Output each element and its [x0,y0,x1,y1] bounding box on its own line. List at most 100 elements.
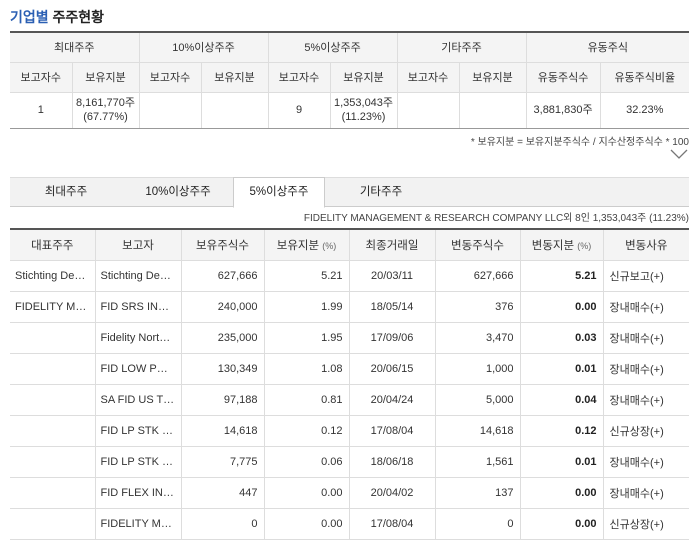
other-holder-stake [458,91,527,129]
summary-subheader: 유동주식비율 [599,61,690,93]
cell-stake: 5.21 [263,259,350,292]
cell-change-stake: 0.00 [519,507,604,540]
stake-footnote: * 보유지분 = 보유지분주식수 / 지수산정주식수 * 100 [470,137,689,148]
cell-reason: 신규보고(+) [602,259,689,292]
col-header-change-stake-label: 변동지분 [531,239,575,252]
cell-stake: 0.81 [263,383,350,416]
cell-reporter: FID FLEX INTR… [94,476,182,509]
table-row: FIDELITY MA… 0 0.00 17/08/04 0 0.00 신규상장… [10,507,689,540]
summary-group-header: 10%이상주주 [138,32,269,63]
summary-subheader: 보고자수 [396,61,460,93]
summary-subheader: 유동주식수 [525,61,601,93]
table-row: SA FID US TO… 97,188 0.81 20/04/24 5,000… [10,383,689,416]
col-header-change-stake: 변동지분 (%) [519,229,604,261]
cell-reason: 장내매수(+) [602,321,689,354]
cell-change-shares: 0 [434,507,521,540]
summary-subheader: 보유지분 [71,61,140,93]
cell-shares: 235,000 [180,321,265,354]
over5-holder-summary: FIDELITY MANAGEMENT & RESEARCH COMPANY L… [303,213,689,224]
cell-last-trade: 18/05/14 [348,290,436,323]
cell-shares: 14,618 [180,414,265,447]
col-header-stake-unit: (%) [322,240,337,251]
largest-holder-shares: 8,161,770주 [75,97,136,109]
col-header-change-stake-unit: (%) [577,240,592,251]
cell-change-shares: 5,000 [434,383,521,416]
table-row: FID LP STK K6… 7,775 0.06 18/06/18 1,561… [10,445,689,478]
cell-change-stake: 0.01 [519,352,604,385]
cell-stake: 0.00 [263,476,350,509]
tab-over5-holder[interactable]: 5%이상주주 [233,177,325,208]
cell-reporter: FIDELITY MA… [94,507,182,540]
over10-holder-stake [200,91,269,129]
cell-change-shares: 627,666 [434,259,521,292]
cell-change-stake: 5.21 [519,259,604,292]
cell-reason: 장내매수(+) [602,290,689,323]
cell-last-trade: 20/04/02 [348,476,436,509]
largest-holder-count: 1 [10,91,73,129]
cell-reporter: FID LP STK K6… [94,445,182,478]
cell-change-stake: 0.01 [519,445,604,478]
cell-shares: 240,000 [180,290,265,323]
page-title-accent: 기업별 [10,9,49,25]
cell-stake: 1.95 [263,321,350,354]
cell-rep-holder [10,383,96,416]
cell-rep-holder [10,414,96,447]
cell-reason: 장내매수(+) [602,352,689,385]
float-ratio: 32.23% [599,91,690,129]
tab-over10-holder[interactable]: 10%이상주주 [122,178,234,207]
col-header-shares: 보유주식수 [180,229,265,261]
cell-rep-holder [10,352,96,385]
col-header-stake: 보유지분 (%) [263,229,350,261]
cell-stake: 0.12 [263,414,350,447]
largest-holder-pct: (67.77%) [83,111,128,123]
table-row: Fidelity Norths… 235,000 1.95 17/09/06 3… [10,321,689,354]
cell-rep-holder [10,321,96,354]
col-header-last-trade: 최종거래일 [348,229,436,261]
cell-rep-holder: Stichting Depo… [10,259,96,292]
table-row: FID FLEX INTR… 447 0.00 20/04/02 137 0.0… [10,476,689,509]
over5-holder-count: 9 [267,91,331,129]
table-row: FIDELITY MAN… FID SRS INTRI… 240,000 1.9… [10,290,689,323]
cell-last-trade: 18/06/18 [348,445,436,478]
col-header-rep-holder: 대표주주 [10,229,96,261]
summary-subheader: 보유지분 [329,61,398,93]
cell-rep-holder [10,476,96,509]
float-shares: 3,881,830주 [525,91,601,129]
cell-stake: 1.99 [263,290,350,323]
cell-last-trade: 17/08/04 [348,507,436,540]
shareholder-summary-table: 최대주주 10%이상주주 5%이상주주 기타주주 유동주식 보고자수 보유지분 … [10,31,690,129]
cell-last-trade: 17/09/06 [348,321,436,354]
page-title: 기업별 주주현황 [10,7,104,27]
summary-subheader-row: 보고자수 보유지분 보고자수 보유지분 보고자수 보유지분 보고자수 보유지분 … [10,61,690,93]
other-holder-count [396,91,460,129]
cell-shares: 130,349 [180,352,265,385]
summary-group-header: 5%이상주주 [267,32,398,63]
cell-change-stake: 0.12 [519,414,604,447]
tab-largest-holder[interactable]: 최대주주 [10,178,122,207]
cell-change-shares: 1,561 [434,445,521,478]
summary-subheader: 보유지분 [458,61,527,93]
cell-stake: 0.00 [263,507,350,540]
holder-detail-table: 대표주주 보고자 보유주식수 보유지분 (%) 최종거래일 변동주식수 변동지분… [10,228,689,540]
over5-holder-pct: (11.23%) [341,111,386,123]
cell-reporter: SA FID US TO… [94,383,182,416]
page-title-rest: 주주현황 [52,9,105,25]
summary-data-row: 1 8,161,770주 (67.77%) 9 1,353,043주 (11.2… [10,91,690,129]
col-header-reason: 변동사유 [602,229,689,261]
detail-header-row: 대표주주 보고자 보유주식수 보유지분 (%) 최종거래일 변동주식수 변동지분… [10,229,689,261]
chevron-down-icon[interactable] [670,148,688,160]
cell-change-shares: 3,470 [434,321,521,354]
cell-rep-holder [10,507,96,540]
cell-shares: 447 [180,476,265,509]
cell-stake: 1.08 [263,352,350,385]
col-header-change-shares: 변동주식수 [434,229,521,261]
table-row: FID LOW PRIC… 130,349 1.08 20/06/15 1,00… [10,352,689,385]
cell-reason: 장내매수(+) [602,445,689,478]
cell-reporter: FID SRS INTRI… [94,290,182,323]
largest-holder-stake: 8,161,770주 (67.77%) [71,91,140,129]
cell-change-stake: 0.00 [519,476,604,509]
over10-holder-count [138,91,202,129]
cell-reason: 신규상장(+) [602,507,689,540]
cell-rep-holder [10,445,96,478]
tab-other-holder[interactable]: 기타주주 [325,178,437,207]
